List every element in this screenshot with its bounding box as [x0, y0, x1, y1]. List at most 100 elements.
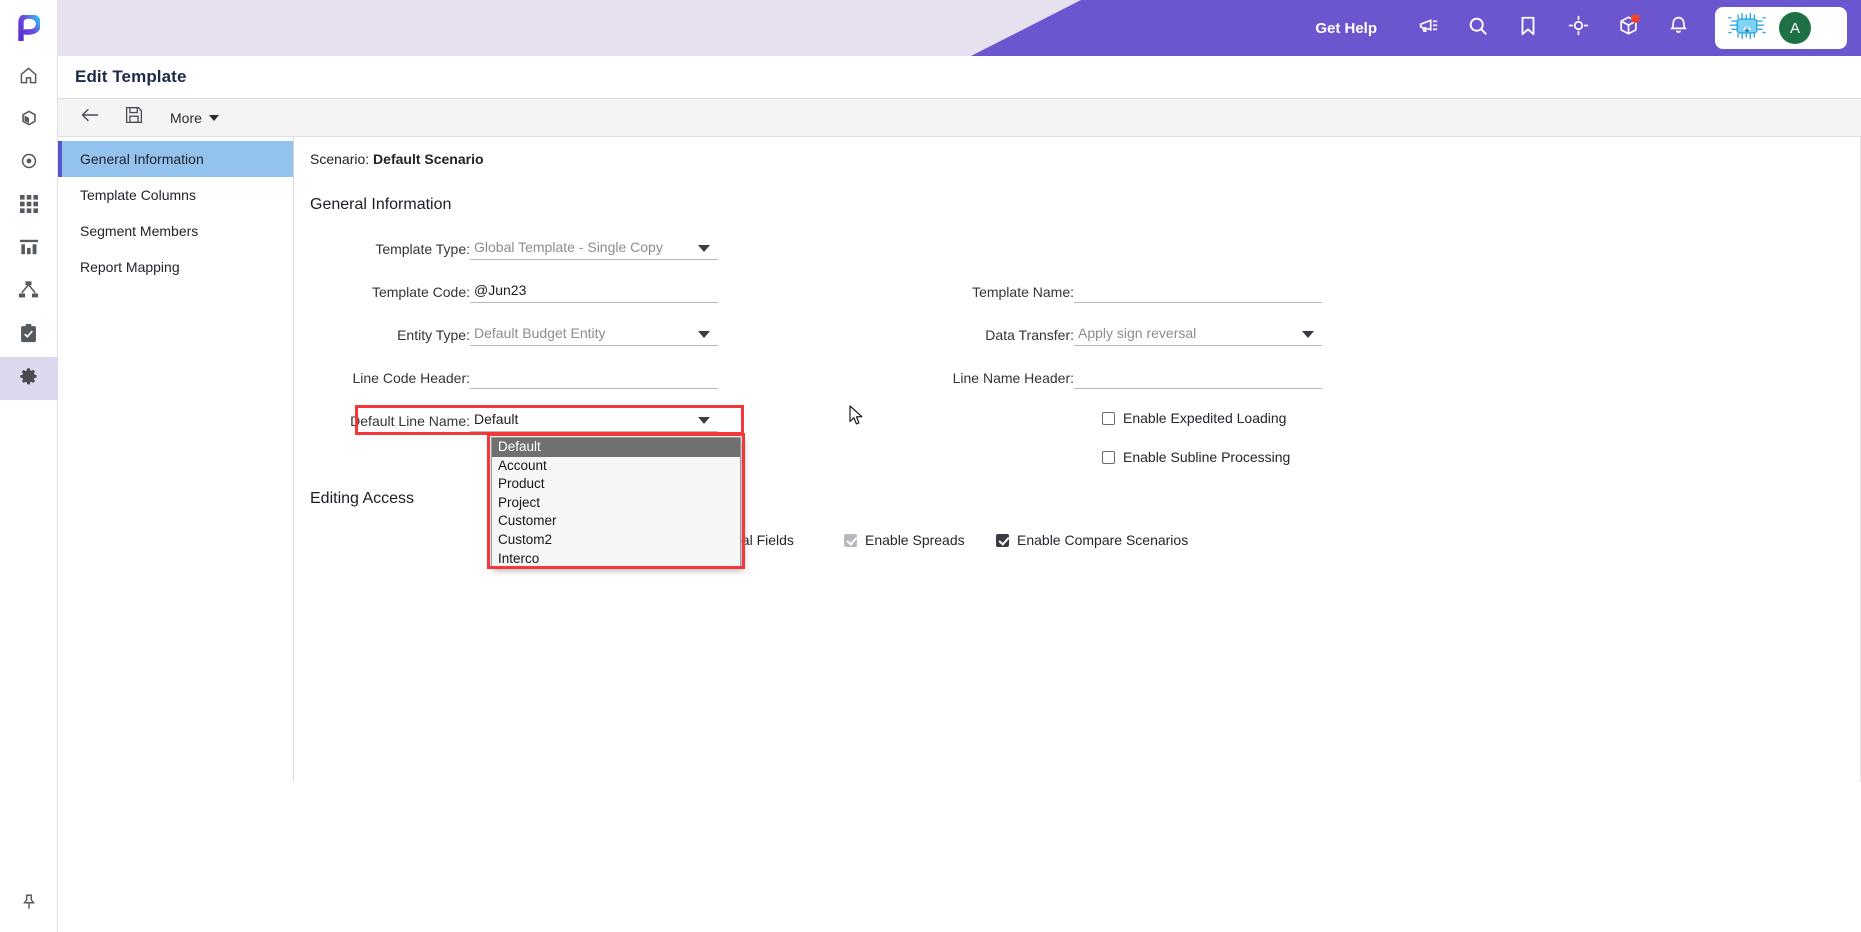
field-label: Line Code Header:: [352, 370, 470, 386]
header-purple-band: Get Help A: [971, 0, 1861, 56]
chevron-down-icon: [698, 417, 710, 424]
checkbox-box[interactable]: [1102, 450, 1115, 464]
notifications-button[interactable]: [1653, 0, 1703, 56]
whats-new-button[interactable]: [1603, 0, 1653, 56]
dropdown-option-custom2[interactable]: Custom2: [492, 531, 740, 550]
dropdown-option-account[interactable]: Account: [492, 457, 740, 476]
scenario-value: Default Scenario: [373, 151, 484, 167]
field-value: Global Template - Single Copy: [474, 239, 663, 255]
sidebar-item-maintenance[interactable]: [0, 357, 58, 400]
general-information-heading: General Information: [310, 196, 452, 213]
clipboard-check-icon: [20, 323, 37, 348]
field-value: Default Budget Entity: [474, 325, 606, 341]
subnav-item-general-information[interactable]: General Information: [58, 141, 293, 177]
megaphone-icon: [1418, 15, 1439, 41]
template-type-select[interactable]: Global Template - Single Copy: [470, 235, 718, 260]
checkbox-subline-processing[interactable]: Enable Subline Processing: [1102, 449, 1290, 465]
field-label: Default Line Name:: [350, 413, 470, 429]
announcements-button[interactable]: [1403, 0, 1453, 56]
checkbox-label: Enable Compare Scenarios: [1017, 532, 1189, 548]
dropdown-option-product[interactable]: Product: [492, 475, 740, 494]
template-subnav: General Information Template Columns Seg…: [58, 137, 294, 782]
dropdown-option-project[interactable]: Project: [492, 494, 740, 513]
editing-access-heading: Editing Access: [310, 490, 415, 507]
grid-icon: [19, 195, 38, 218]
checkbox-compare-scenarios[interactable]: Enable Compare Scenarios: [996, 532, 1188, 548]
sidebar-item-reports[interactable]: [0, 228, 58, 271]
planful-p-logo[interactable]: [0, 0, 58, 56]
sidebar-item-tasks[interactable]: [0, 314, 58, 357]
checkbox-expedited-loading[interactable]: Enable Expedited Loading: [1102, 410, 1286, 426]
template-name-input[interactable]: [1074, 278, 1322, 303]
subnav-label: Report Mapping: [80, 259, 180, 275]
dropdown-option-interco[interactable]: Interco: [492, 550, 740, 566]
search-button[interactable]: [1453, 0, 1503, 56]
app-root: Get Help A Edit Template More General In…: [0, 0, 1861, 932]
more-menu-button[interactable]: More: [158, 101, 231, 135]
checkbox-label: Enable Spreads: [865, 532, 965, 548]
arrow-left-icon: [80, 106, 100, 129]
default-line-name-select[interactable]: Default: [470, 407, 718, 432]
search-icon: [1467, 15, 1489, 42]
field-label: Template Name:: [972, 284, 1074, 300]
field-label: Data Transfer:: [985, 327, 1074, 343]
sidebar-item-structures[interactable]: [0, 99, 58, 142]
field-label: Line Name Header:: [952, 370, 1074, 386]
line-code-header-input[interactable]: [470, 364, 718, 389]
dropdown-option-customer[interactable]: Customer: [492, 512, 740, 531]
entity-type-select[interactable]: Default Budget Entity: [470, 321, 718, 346]
bookmarks-button[interactable]: [1503, 0, 1553, 56]
home-icon: [19, 66, 38, 90]
field-line-name-header: Line Name Header:: [914, 364, 1322, 389]
field-template-type: Template Type: Global Template - Single …: [310, 235, 718, 260]
sidebar-item-home[interactable]: [0, 56, 58, 99]
user-chip[interactable]: A: [1715, 7, 1847, 49]
back-button[interactable]: [70, 101, 110, 135]
checkbox-box[interactable]: [996, 533, 1009, 547]
cube-icon: [20, 109, 38, 132]
chevron-down-icon: [698, 245, 710, 252]
subnav-label: General Information: [80, 151, 204, 167]
avatar[interactable]: A: [1779, 12, 1811, 44]
whats-new-badge: [1631, 14, 1640, 23]
checkbox-spreads[interactable]: Enable Spreads: [844, 532, 965, 548]
field-value: Default: [474, 411, 519, 427]
field-line-code-header: Line Code Header:: [310, 364, 718, 389]
sidebar-item-workflow[interactable]: [0, 271, 58, 314]
checkbox-label: Enable Subline Processing: [1123, 449, 1291, 465]
checkbox-global-fields[interactable]: bal Fields: [734, 532, 794, 548]
navigator-button[interactable]: [1553, 0, 1603, 56]
field-label: Template Code:: [371, 284, 470, 300]
subnav-label: Segment Members: [80, 223, 199, 239]
sidebar-item-dashboards[interactable]: [0, 185, 58, 228]
pin-button[interactable]: [0, 876, 58, 932]
subnav-item-segment-members[interactable]: Segment Members: [58, 213, 293, 249]
field-label: Template Type:: [375, 241, 470, 257]
template-code-input[interactable]: @Jun23: [470, 278, 718, 303]
dropdown-option-default[interactable]: Default: [492, 438, 740, 457]
save-floppy-icon: [125, 106, 143, 129]
more-label: More: [170, 109, 202, 126]
bar-chart-icon: [19, 238, 38, 261]
scenario-label: Scenario:: [310, 151, 370, 167]
line-name-header-input[interactable]: [1074, 364, 1322, 389]
mouse-cursor: [849, 405, 864, 431]
data-transfer-select[interactable]: Apply sign reversal: [1074, 321, 1322, 346]
checkbox-box[interactable]: [844, 533, 857, 547]
subnav-item-template-columns[interactable]: Template Columns: [58, 177, 293, 213]
chevron-down-icon: [208, 114, 219, 121]
subnav-item-report-mapping[interactable]: Report Mapping: [58, 249, 293, 285]
top-header: Get Help A: [58, 0, 1861, 56]
subnav-label: Template Columns: [80, 187, 196, 203]
scenario-line: Scenario: Default Scenario: [310, 151, 484, 167]
save-button[interactable]: [114, 101, 154, 135]
pin-icon: [20, 893, 38, 916]
bell-icon: [1668, 15, 1689, 41]
sidebar-item-scenarios[interactable]: [0, 142, 58, 185]
bookmark-icon: [1518, 15, 1538, 42]
field-label: Entity Type:: [397, 327, 470, 343]
get-help-button[interactable]: Get Help: [1315, 20, 1377, 37]
default-line-name-dropdown-list[interactable]: Default Account Product Project Customer…: [491, 437, 741, 567]
page-toolbar: More: [58, 99, 1861, 137]
checkbox-box[interactable]: [1102, 411, 1115, 425]
